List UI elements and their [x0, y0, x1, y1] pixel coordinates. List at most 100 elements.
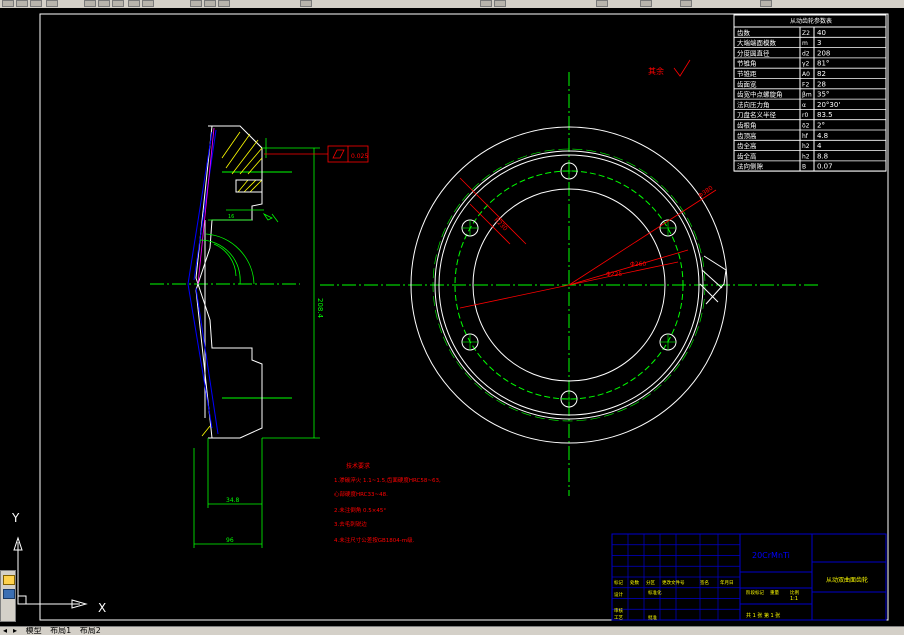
- param-name: 齿全高: [737, 141, 757, 150]
- match-properties-icon[interactable]: [596, 0, 608, 7]
- section-view: 0.025 208.4 34.8 96 16: [150, 125, 369, 548]
- titleblock-cell: 标记: [614, 579, 623, 586]
- params-table-title: 从动齿轮参数表: [790, 17, 832, 25]
- param-value: 81°: [817, 60, 829, 68]
- tech-note-2: 心部硬度HRC33~48.: [334, 490, 388, 498]
- tech-notes: 技术要求 1.渗碳淬火 1.1~1.5,齿面硬度HRC58~63, 心部硬度HR…: [334, 462, 441, 544]
- titleblock-cell: 批准: [648, 614, 657, 621]
- dim-dia1: Φ225: [606, 271, 622, 278]
- param-name: 大端端面模数: [737, 38, 777, 47]
- params-table: 从动齿轮参数表 齿数 Z2 40 大端端面模数 m 3 分度圆直径 d2 208 节锥角 γ2 81°…: [733, 14, 887, 172]
- param-name: 齿根角: [737, 121, 757, 130]
- dim-width2: 96: [226, 537, 234, 544]
- tolerance-value: 0.025: [351, 153, 368, 160]
- param-value: 4.8: [817, 132, 828, 140]
- param-name: 分度圆直径: [737, 48, 770, 57]
- zoom-window-icon[interactable]: [218, 0, 230, 7]
- param-name: 齿顶高: [737, 131, 757, 140]
- param-value: 82: [817, 70, 826, 78]
- tech-notes-title: 技术要求: [346, 462, 370, 470]
- drawing-svg: 0.025 208.4 34.8 96 16 Φ225 Φ260 Φ380 R2…: [11, 13, 889, 621]
- param-name: 齿面宽: [737, 79, 757, 88]
- dim-dia3: Φ380: [697, 185, 714, 200]
- param-name: 法向侧隙: [737, 162, 764, 171]
- param-value: 8.8: [817, 152, 828, 160]
- param-symbol: B: [802, 164, 806, 171]
- param-name: 齿宽中点螺旋角: [737, 90, 783, 99]
- param-symbol: h2: [802, 143, 810, 150]
- save-icon[interactable]: [30, 0, 42, 7]
- titleblock-cell: 重量: [770, 589, 779, 596]
- param-symbol: βm: [802, 92, 812, 99]
- param-value: 28: [817, 80, 826, 88]
- param-value: 2°: [817, 122, 825, 130]
- layer-state-icon[interactable]: [494, 0, 506, 7]
- zoom-icon[interactable]: [204, 0, 216, 7]
- part-name: 从动双曲面齿轮: [826, 576, 868, 584]
- tech-note-1: 1.渗碳淬火 1.1~1.5,齿面硬度HRC58~63,: [334, 476, 441, 484]
- layer-dropdown-icon[interactable]: [640, 0, 652, 7]
- param-symbol: d2: [802, 50, 810, 57]
- param-value: 4: [817, 142, 822, 150]
- copy-icon[interactable]: [98, 0, 110, 7]
- dock-panel-icon[interactable]: [3, 589, 15, 599]
- pan-icon[interactable]: [190, 0, 202, 7]
- ucs-icon: [13, 536, 88, 609]
- properties-icon[interactable]: [300, 0, 312, 7]
- dock-grip-icon[interactable]: [3, 575, 15, 585]
- print-icon[interactable]: [46, 0, 58, 7]
- param-value: 40: [817, 29, 826, 37]
- dim-width1: 34.8: [226, 497, 240, 504]
- linetype-control-icon[interactable]: [760, 0, 772, 7]
- color-control-icon[interactable]: [680, 0, 692, 7]
- roughness-symbol-icon: [673, 59, 691, 77]
- redo-icon[interactable]: [142, 0, 154, 7]
- material-label: 20CrMnTi: [752, 551, 790, 560]
- param-name: 节锥距: [737, 69, 757, 78]
- param-symbol: α: [802, 102, 806, 109]
- param-value: 35°: [817, 91, 829, 99]
- param-symbol: F2: [802, 81, 809, 88]
- dim-small1: 16: [228, 214, 234, 220]
- paste-icon[interactable]: [112, 0, 124, 7]
- titleblock-cell: 工艺: [614, 615, 623, 621]
- scale-value: 1:1: [790, 596, 798, 602]
- drawing-canvas[interactable]: 0.025 208.4 34.8 96 16 Φ225 Φ260 Φ380 R2…: [0, 8, 904, 626]
- param-name: 节锥角: [737, 59, 757, 68]
- titleblock-cell: 年月日: [720, 579, 734, 586]
- open-file-icon[interactable]: [16, 0, 28, 7]
- titleblock-cell: 审核: [614, 607, 623, 614]
- left-dock-panel[interactable]: [0, 570, 16, 622]
- cut-icon[interactable]: [84, 0, 96, 7]
- param-symbol: h2: [802, 153, 810, 160]
- param-name: 法向压力角: [737, 100, 770, 109]
- dim-dia2: Φ260: [630, 261, 646, 268]
- param-value: 3: [817, 39, 821, 47]
- titleblock-cell: 比例: [790, 589, 799, 596]
- layer-icon[interactable]: [480, 0, 492, 7]
- ucs-y-label: Y: [11, 511, 20, 525]
- param-name: 齿数: [737, 28, 751, 37]
- param-symbol: A0: [802, 71, 810, 78]
- undo-icon[interactable]: [128, 0, 140, 7]
- param-symbol: γ2: [802, 61, 810, 68]
- param-name: 齿全高: [737, 151, 757, 160]
- param-symbol: δ2: [802, 123, 810, 130]
- titleblock-cell: 设计: [614, 591, 623, 598]
- titleblock-cell: 阶段标记: [746, 589, 764, 596]
- tech-note-3: 2.未注倒角 0.5×45°: [334, 506, 386, 514]
- titleblock-cell: 更改文件号: [662, 579, 685, 586]
- param-symbol: hf: [802, 133, 809, 140]
- ucs-x-label: X: [98, 601, 106, 615]
- param-value: 0.07: [817, 163, 833, 171]
- sheet-count: 共 1 张 第 1 张: [746, 612, 780, 619]
- title-block: 20CrMnTi 从动双曲面齿轮 1:1 共 1 张 第 1 张 标记 处数 分区更…: [611, 533, 887, 621]
- roughness-note: 其余: [648, 66, 664, 76]
- new-file-icon[interactable]: [2, 0, 14, 7]
- param-name: 刀盘名义半径: [737, 110, 777, 119]
- param-symbol: r0: [802, 112, 808, 119]
- titleblock-cell: 处数: [630, 579, 639, 586]
- param-value: 83.5: [817, 111, 833, 119]
- param-value: 20°30': [817, 101, 840, 109]
- titleblock-cell: 分区: [646, 579, 655, 586]
